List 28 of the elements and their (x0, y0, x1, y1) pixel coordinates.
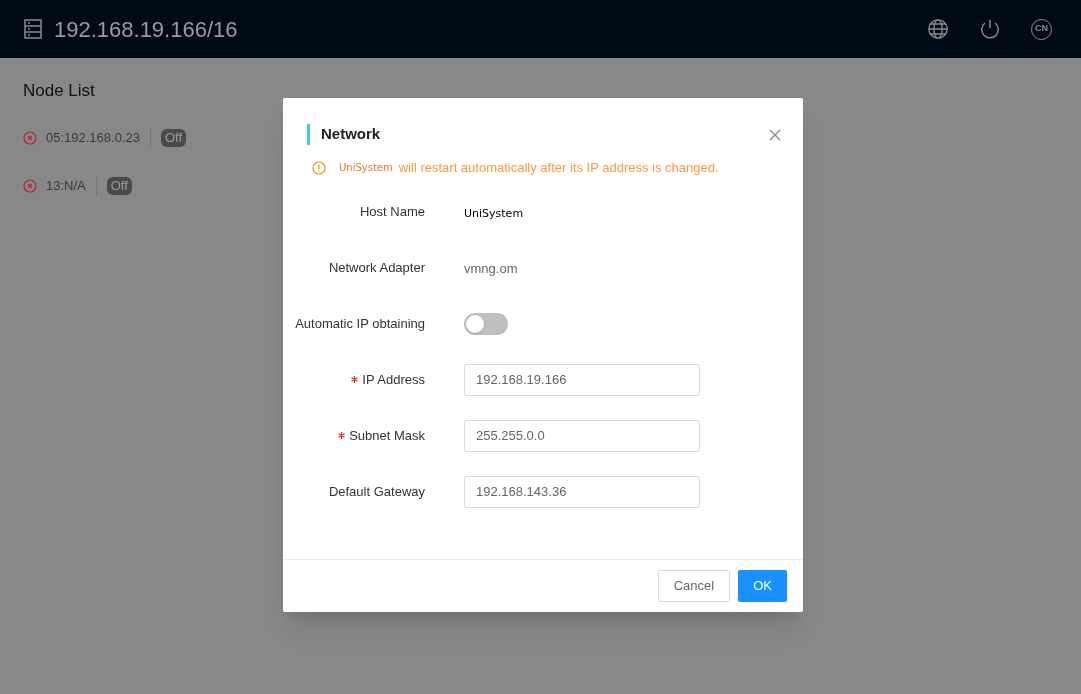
field-label: Network Adapter (328, 258, 425, 277)
globe-icon[interactable] (927, 18, 949, 40)
dialog-title: Network (321, 124, 381, 145)
node-name[interactable]: 13:N/A (46, 176, 86, 196)
ok-button[interactable]: OK (738, 570, 787, 602)
header-title: 192.168.19.166/16 (54, 15, 238, 44)
field-value: UniSystem (464, 206, 524, 220)
status-badge: Off (161, 129, 187, 147)
toggle-switch[interactable] (464, 312, 508, 335)
warning-icon (312, 160, 326, 175)
field-value: vmng.om (464, 260, 518, 276)
section-title: Node List (23, 80, 96, 102)
warning-message: will restart automatically after its IP address is changed. (398, 159, 719, 177)
status-badge: Off (106, 177, 132, 195)
field-label: IP Address (362, 370, 425, 389)
field-label: Default Gateway (328, 482, 425, 501)
field-label: Automatic IP obtaining (295, 314, 425, 333)
field-label: Host Name (359, 202, 425, 221)
text-field[interactable]: 192.168.143.36 (464, 475, 700, 508)
power-icon[interactable] (979, 18, 1001, 40)
text-field[interactable]: 192.168.19.166 (464, 363, 700, 396)
close-icon[interactable] (769, 128, 781, 141)
field-label: Subnet Mask (349, 426, 425, 445)
server-icon (24, 19, 42, 39)
text-field[interactable]: 255.255.0.0 (464, 419, 700, 452)
cancel-button[interactable]: Cancel (657, 570, 731, 602)
node-name[interactable]: 05:192.168.0.23 (46, 128, 140, 148)
warning-app-name: UniSystem (339, 161, 393, 176)
